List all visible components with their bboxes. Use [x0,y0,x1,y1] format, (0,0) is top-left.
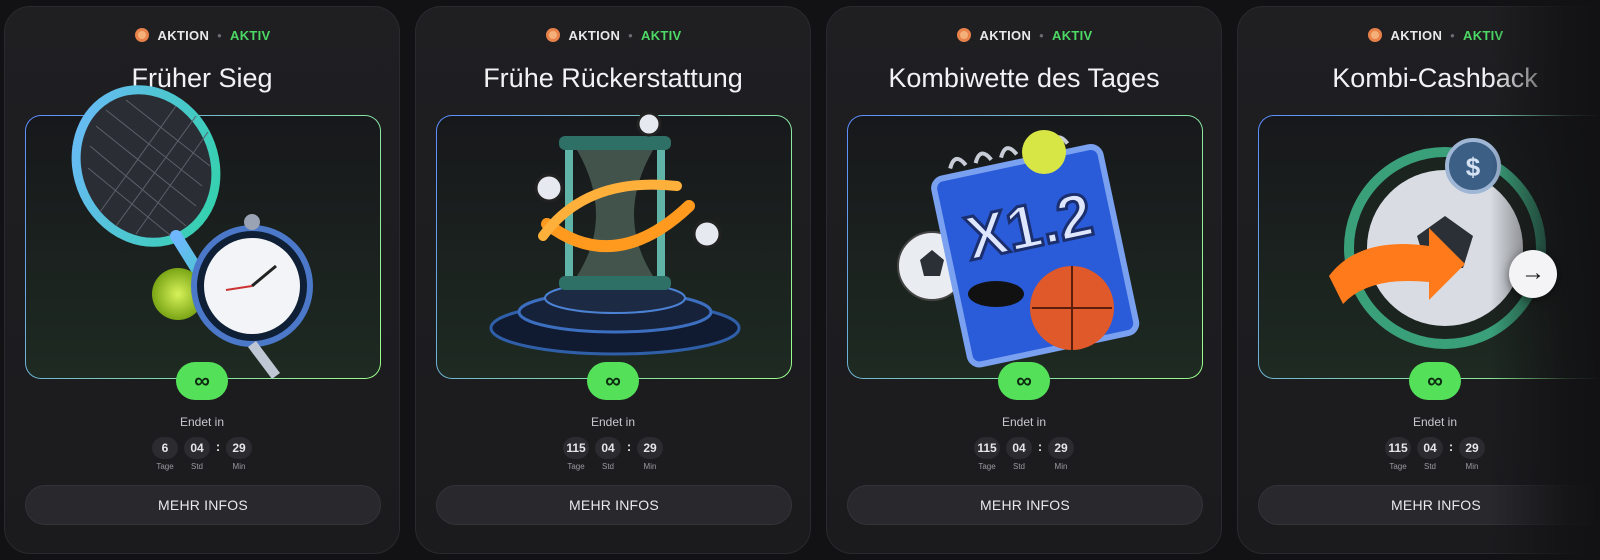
timer-days: 115 Tage [972,437,1002,471]
promo-tag: AKTION [568,28,621,43]
timer-separator: : [626,439,632,454]
unlimited-badge: ∞ [587,362,639,400]
separator-dot: • [628,28,633,43]
countdown-timer: 115 Tage 04 Std : 29 Min [1238,437,1600,471]
status-badge: AKTIV [641,28,682,43]
timer-hours: 04 Std [593,437,623,471]
timer-minutes: 29 Min [635,437,665,471]
promo-tag: AKTION [157,28,210,43]
card-header: AKTION • AKTIV [5,27,399,43]
timer-minutes: 29 Min [224,437,254,471]
tennis-racket-stopwatch-image [25,85,381,379]
countdown-timer: 115 Tage 04 Std : 29 Min [416,437,810,471]
promotions-carousel: AKTION • AKTIV Früher Sieg ∞ Endet in 6 … [0,0,1600,560]
coin-icon [134,28,149,42]
promo-card-combo-of-day[interactable]: AKTION • AKTIV Kombiwette des Tages X1.2 [826,6,1222,554]
card-title: Kombi-Cashback [1332,63,1538,93]
ends-in-label: Endet in [1001,415,1047,429]
status-badge: AKTIV [230,28,271,43]
countdown-timer: 115 Tage 04 Std : 29 Min [827,437,1221,471]
promo-card-early-refund[interactable]: AKTION • AKTIV Frühe Rückerstattung ∞ Ende… [415,6,811,554]
more-info-button[interactable]: MEHR INFOS [436,485,792,525]
countdown-timer: 6 Tage 04 Std : 29 Min [5,437,399,471]
unlimited-badge: ∞ [1409,362,1461,400]
timer-separator: : [1448,439,1454,454]
card-header: AKTION • AKTIV [1238,27,1600,43]
card-title: Kombiwette des Tages [888,63,1160,93]
timer-separator: : [215,439,221,454]
promo-tag: AKTION [979,28,1032,43]
more-info-button[interactable]: MEHR INFOS [1258,485,1600,525]
coin-icon [1367,28,1382,42]
timer-hours: 04 Std [182,437,212,471]
svg-text:$: $ [1466,152,1481,182]
status-badge: AKTIV [1052,28,1093,43]
status-badge: AKTIV [1463,28,1504,43]
timer-days: 115 Tage [561,437,591,471]
card-header: AKTION • AKTIV [416,27,810,43]
more-info-button[interactable]: MEHR INFOS [847,485,1203,525]
promo-tag: AKTION [1390,28,1443,43]
hourglass-image [436,111,792,379]
timer-separator: : [1037,439,1043,454]
timer-days: 6 Tage [150,437,180,471]
card-header: AKTION • AKTIV [827,27,1221,43]
separator-dot: • [217,28,222,43]
timer-days: 115 Tage [1383,437,1413,471]
timer-minutes: 29 Min [1046,437,1076,471]
timer-minutes: 29 Min [1457,437,1487,471]
separator-dot: • [1039,28,1044,43]
ends-in-label: Endet in [590,415,636,429]
card-title: Frühe Rückerstattung [483,63,743,93]
separator-dot: • [1450,28,1455,43]
coin-icon [545,28,560,42]
unlimited-badge: ∞ [998,362,1050,400]
carousel-next-button[interactable]: → [1509,250,1557,298]
card-title: Früher Sieg [131,63,273,93]
notepad-x12-image: X1.2 [847,115,1203,379]
timer-hours: 04 Std [1004,437,1034,471]
more-info-button[interactable]: MEHR INFOS [25,485,381,525]
ends-in-label: Endet in [179,415,225,429]
arrow-right-icon: → [1521,259,1545,286]
unlimited-badge: ∞ [176,362,228,400]
coin-icon [956,28,971,42]
ends-in-label: Endet in [1412,415,1458,429]
soccer-cashback-image: $ [1258,115,1600,379]
timer-hours: 04 Std [1415,437,1445,471]
promo-card-early-win[interactable]: AKTION • AKTIV Früher Sieg ∞ Endet in 6 … [4,6,400,554]
